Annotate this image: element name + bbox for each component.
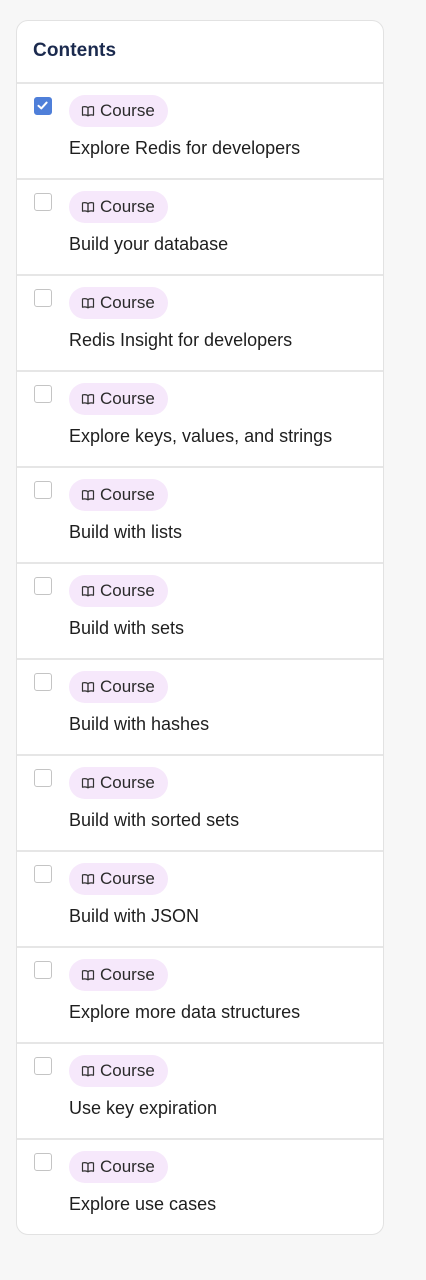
course-list-item[interactable]: Course Explore keys, values, and strings [17, 372, 383, 468]
course-type-label: Course [100, 581, 155, 600]
course-list-item[interactable]: Course Build with sets [17, 564, 383, 660]
complete-checkbox[interactable] [34, 865, 52, 883]
complete-checkbox[interactable] [34, 385, 52, 403]
course-type-label: Course [100, 485, 155, 504]
course-title[interactable]: Explore Redis for developers [69, 138, 300, 159]
course-type-label: Course [100, 293, 155, 312]
course-type-badge: Course [69, 95, 168, 127]
course-type-label: Course [100, 773, 155, 792]
contents-title: Contents [33, 40, 117, 61]
complete-checkbox[interactable] [34, 577, 52, 595]
course-title[interactable]: Explore more data structures [69, 1002, 300, 1023]
open-book-icon [81, 1066, 95, 1077]
course-list-item[interactable]: Course Build with JSON [17, 852, 383, 948]
open-book-icon [81, 394, 95, 405]
course-list-item[interactable]: Course Build with hashes [17, 660, 383, 756]
course-list-item[interactable]: Course Explore Redis for developers [17, 84, 383, 180]
open-book-icon [81, 298, 95, 309]
contents-panel: Contents Course Explore Redis for develo… [16, 20, 384, 1235]
course-type-label: Course [100, 1061, 155, 1080]
course-type-badge: Course [69, 959, 168, 991]
course-list-item[interactable]: Course Build with sorted sets [17, 756, 383, 852]
course-title[interactable]: Redis Insight for developers [69, 330, 292, 351]
course-type-label: Course [100, 101, 155, 120]
course-type-label: Course [100, 1157, 155, 1176]
course-list-item[interactable]: Course Build with lists [17, 468, 383, 564]
course-list-item[interactable]: Course Explore use cases [17, 1140, 383, 1234]
course-list-item[interactable]: Course Explore more data structures [17, 948, 383, 1044]
complete-checkbox[interactable] [34, 1153, 52, 1171]
course-list-item[interactable]: Course Redis Insight for developers [17, 276, 383, 372]
course-list-item[interactable]: Course Use key expiration [17, 1044, 383, 1140]
course-type-badge: Course [69, 479, 168, 511]
open-book-icon [81, 874, 95, 885]
open-book-icon [81, 586, 95, 597]
checkmark-icon [37, 101, 48, 110]
course-type-badge: Course [69, 671, 168, 703]
course-type-badge: Course [69, 383, 168, 415]
course-title[interactable]: Build your database [69, 234, 228, 255]
complete-checkbox[interactable] [34, 673, 52, 691]
open-book-icon [81, 202, 95, 213]
course-title[interactable]: Build with sorted sets [69, 810, 239, 831]
open-book-icon [81, 778, 95, 789]
course-title[interactable]: Explore use cases [69, 1194, 216, 1215]
course-type-label: Course [100, 677, 155, 696]
course-type-badge: Course [69, 191, 168, 223]
course-type-badge: Course [69, 1055, 168, 1087]
complete-checkbox[interactable] [34, 1057, 52, 1075]
course-list: Course Explore Redis for developers Cour… [17, 84, 383, 1234]
course-list-item[interactable]: Course Build your database [17, 180, 383, 276]
course-type-label: Course [100, 869, 155, 888]
open-book-icon [81, 490, 95, 501]
open-book-icon [81, 106, 95, 117]
open-book-icon [81, 970, 95, 981]
course-title[interactable]: Use key expiration [69, 1098, 217, 1119]
course-title[interactable]: Build with hashes [69, 714, 209, 735]
complete-checkbox[interactable] [34, 97, 52, 115]
course-title[interactable]: Build with sets [69, 618, 184, 639]
course-type-label: Course [100, 197, 155, 216]
course-type-badge: Course [69, 575, 168, 607]
course-type-badge: Course [69, 287, 168, 319]
course-type-badge: Course [69, 863, 168, 895]
contents-header: Contents [17, 21, 383, 84]
course-title[interactable]: Explore keys, values, and strings [69, 426, 332, 447]
course-type-label: Course [100, 965, 155, 984]
course-type-label: Course [100, 389, 155, 408]
complete-checkbox[interactable] [34, 289, 52, 307]
course-type-badge: Course [69, 1151, 168, 1183]
open-book-icon [81, 1162, 95, 1173]
open-book-icon [81, 682, 95, 693]
complete-checkbox[interactable] [34, 193, 52, 211]
course-type-badge: Course [69, 767, 168, 799]
course-title[interactable]: Build with lists [69, 522, 182, 543]
course-title[interactable]: Build with JSON [69, 906, 199, 927]
complete-checkbox[interactable] [34, 481, 52, 499]
complete-checkbox[interactable] [34, 769, 52, 787]
complete-checkbox[interactable] [34, 961, 52, 979]
